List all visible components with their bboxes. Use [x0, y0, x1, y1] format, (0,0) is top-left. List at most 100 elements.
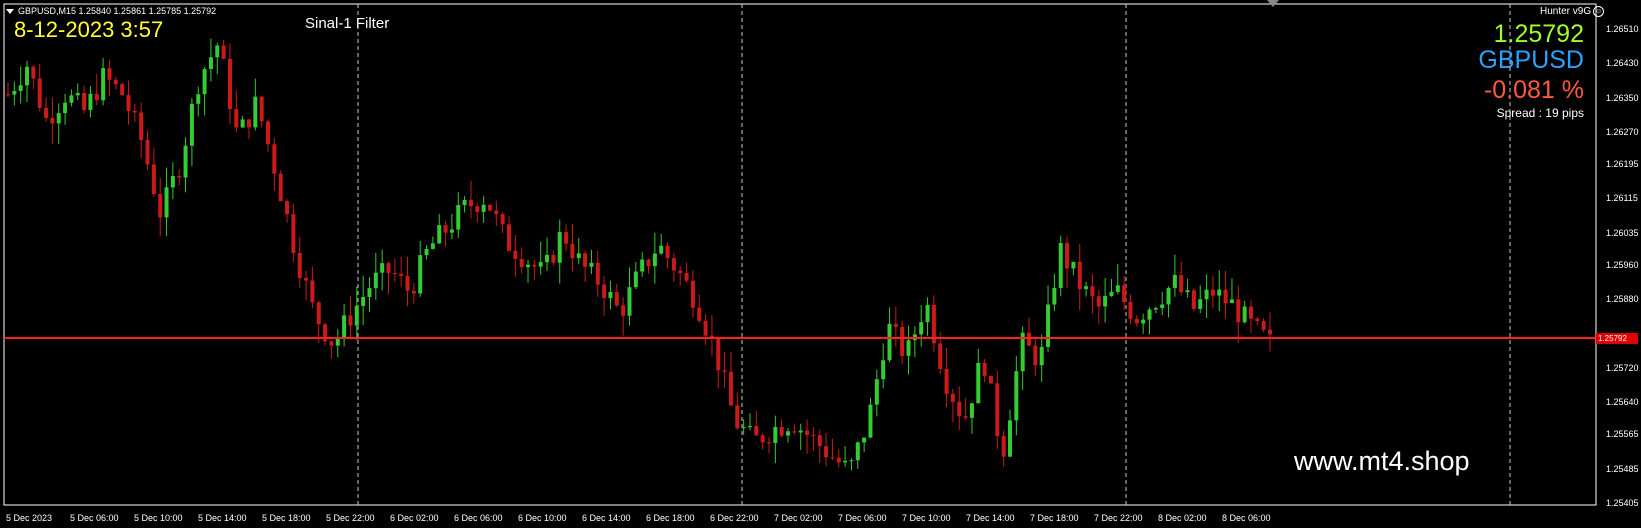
candle — [120, 82, 125, 97]
price-axis-label: 1.25405 — [1606, 498, 1639, 508]
candle-body — [132, 110, 137, 113]
time-axis-label: 5 Dec 22:00 — [326, 513, 375, 523]
candle-body — [1204, 289, 1209, 300]
candle — [595, 250, 600, 297]
candle — [18, 66, 23, 104]
price-axis-label: 1.25880 — [1606, 294, 1639, 305]
candle — [583, 250, 588, 283]
candle-body — [183, 145, 188, 178]
time-axis-label: 8 Dec 06:00 — [1222, 513, 1271, 523]
candle-body — [614, 292, 619, 306]
candle — [1077, 244, 1082, 311]
candle-body — [475, 206, 480, 212]
candle — [151, 148, 156, 197]
candle — [1160, 291, 1165, 316]
candle — [266, 119, 271, 152]
price-axis-label: 1.26195 — [1606, 159, 1639, 170]
candle-body — [1268, 329, 1272, 335]
candle-body — [1153, 308, 1158, 310]
candle-body — [570, 243, 575, 259]
candle-body — [1172, 274, 1177, 289]
candle-body — [671, 258, 676, 271]
candle — [272, 137, 277, 191]
candle-body — [424, 248, 429, 256]
candle-body — [627, 287, 632, 316]
candle — [430, 236, 435, 250]
candle — [202, 67, 207, 116]
candle — [576, 238, 581, 265]
candle-body — [215, 45, 220, 58]
candle — [1255, 316, 1260, 326]
candle — [101, 58, 106, 106]
candle-body — [443, 225, 448, 233]
candle-body — [151, 164, 156, 195]
candle-body — [950, 393, 955, 402]
candle-body — [75, 92, 80, 96]
candle — [177, 169, 182, 186]
time-axis-label: 6 Dec 10:00 — [518, 513, 567, 523]
candle — [69, 89, 74, 107]
candle — [253, 78, 258, 131]
candle-body — [767, 442, 772, 444]
candle — [906, 325, 911, 375]
candle — [126, 80, 131, 125]
candle — [665, 242, 670, 269]
candle — [392, 259, 397, 283]
candle — [1096, 289, 1101, 324]
candle — [462, 196, 467, 213]
chart-shift-marker[interactable] — [1267, 0, 1279, 7]
candle-body — [487, 204, 492, 211]
candle-body — [1185, 290, 1190, 293]
candle — [640, 252, 645, 277]
candle-body — [361, 296, 366, 306]
candle-body — [227, 58, 232, 110]
time-axis-label: 6 Dec 18:00 — [646, 513, 695, 523]
candle-body — [995, 383, 1000, 436]
candle-body — [253, 96, 258, 128]
candle — [183, 137, 188, 193]
candle-body — [88, 93, 93, 110]
candle-body — [938, 343, 943, 369]
candle-body — [31, 66, 36, 79]
candle-body — [468, 199, 473, 207]
candle-body — [437, 225, 442, 244]
candle-body — [63, 102, 68, 114]
candle-body — [665, 245, 670, 259]
price-axis-label: 1.26510 — [1606, 24, 1639, 34]
candle — [760, 432, 765, 450]
price-axis-label: 1.26430 — [1606, 58, 1639, 69]
candle — [944, 348, 949, 408]
candle — [1058, 235, 1063, 297]
candle-body — [1096, 296, 1101, 307]
candle-body — [1065, 243, 1070, 269]
candle — [843, 445, 848, 467]
candle — [297, 236, 302, 288]
candle — [215, 42, 220, 75]
candle-body — [12, 90, 17, 95]
candle — [773, 415, 778, 464]
candle-body — [208, 57, 213, 70]
candle-body — [202, 69, 207, 95]
candle-body — [1077, 261, 1082, 290]
candle — [367, 277, 372, 313]
candle-body — [367, 288, 372, 297]
candle-body — [1141, 319, 1146, 324]
candle — [1153, 306, 1158, 314]
candle — [1172, 254, 1177, 297]
candle-body — [722, 370, 727, 372]
candle — [285, 199, 290, 223]
candle-body — [56, 113, 61, 124]
candle — [817, 429, 822, 463]
dropdown-arrow-icon[interactable] — [6, 9, 14, 15]
candle-body — [145, 139, 150, 165]
candle-body — [887, 323, 892, 361]
candle — [602, 276, 607, 316]
candle-body — [760, 435, 765, 443]
candle-body — [342, 315, 347, 338]
candle-body — [462, 199, 467, 206]
candle-body — [316, 302, 321, 325]
candle-body — [1160, 304, 1165, 309]
candle — [652, 232, 657, 284]
candle — [399, 256, 404, 287]
candle — [1134, 315, 1139, 327]
